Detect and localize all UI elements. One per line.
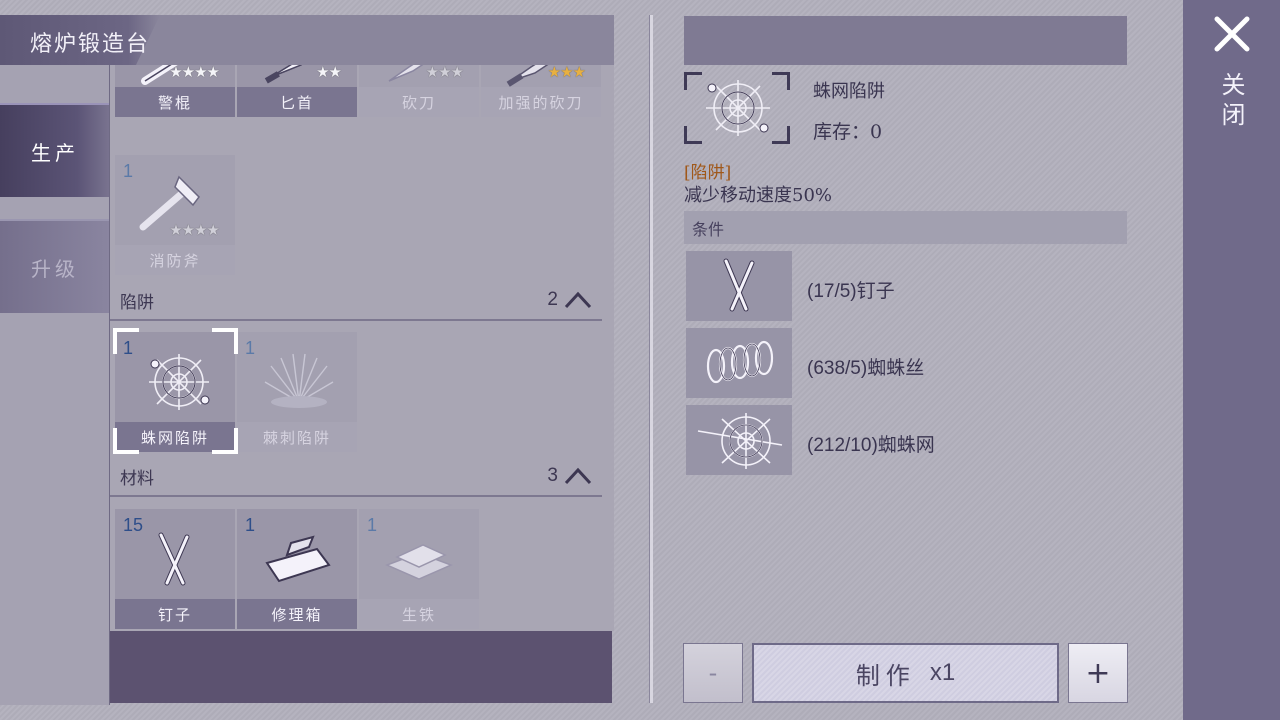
star-rating: ★★★★	[169, 221, 220, 239]
nail-icon	[158, 532, 190, 586]
item-dagger[interactable]: ★★ 匕首	[237, 65, 357, 117]
item-name: 修理箱	[237, 599, 357, 629]
item-name: 棘刺陷阱	[237, 422, 357, 452]
section-materials-header[interactable]: 材料 3	[110, 457, 602, 497]
craft-count: x1	[929, 659, 956, 686]
item-thorn-trap[interactable]: 1 棘刺陷阱	[237, 332, 357, 452]
item-repair-kit[interactable]: 1 修理箱	[237, 509, 357, 629]
craft-button[interactable]: 制作 x1	[752, 643, 1059, 703]
section-label: 陷阱	[120, 292, 154, 313]
detail-description: 减少移动速度50%	[684, 185, 833, 206]
window-title: 熔炉锻造台	[30, 32, 151, 57]
item-quantity: 1	[123, 161, 134, 181]
item-quantity: 1	[367, 515, 378, 535]
web-trap-icon	[149, 354, 210, 410]
increase-quantity-button[interactable]: +	[1068, 643, 1128, 703]
item-quantity: 1	[123, 338, 134, 358]
list-footer	[110, 631, 612, 703]
condition-nails-text: (17/5)钉子	[807, 281, 895, 302]
item-baton[interactable]: ★★★★ 警棍	[115, 65, 235, 117]
item-fire-axe[interactable]: 1 ★★★★ 消防斧	[115, 155, 235, 275]
tab-production[interactable]: 生产	[0, 103, 110, 197]
section-traps-header[interactable]: 陷阱 2	[110, 281, 602, 321]
pig-iron-icon	[385, 544, 453, 580]
detail-stock: 库存：0	[813, 121, 883, 143]
star-rating: ★★★★	[169, 65, 220, 81]
star-rating: ★★	[316, 65, 342, 81]
tab-upgrade[interactable]: 升级	[0, 219, 110, 313]
condition-web-slot[interactable]	[686, 405, 792, 475]
item-pig-iron[interactable]: 1 生铁	[359, 509, 479, 629]
chevron-up-icon	[564, 291, 592, 309]
item-name: 钉子	[115, 599, 235, 629]
item-name: 加强的砍刀	[481, 87, 601, 117]
condition-silk-text: (638/5)蜘蛛丝	[807, 358, 925, 379]
item-reinforced-machete[interactable]: ★★★ 加强的砍刀	[481, 65, 601, 117]
section-count: 3	[547, 465, 558, 486]
decrease-quantity-button[interactable]: -	[683, 643, 743, 703]
detail-item-name: 蛛网陷阱	[813, 81, 885, 102]
item-list[interactable]: ★★★★ 警棍 ★★ 匕首 ★★★ 砍刀 ★★★ 加强的砍刀 1 ★★★★ 消防…	[110, 65, 614, 631]
condition-nails-slot[interactable]	[686, 251, 792, 321]
item-name: 蛛网陷阱	[115, 422, 235, 452]
item-machete[interactable]: ★★★ 砍刀	[359, 65, 479, 117]
condition-silk-slot[interactable]	[686, 328, 792, 398]
condition-web-text: (212/10)蜘蛛网	[807, 435, 935, 456]
repair-kit-icon	[265, 535, 331, 583]
item-quantity: 1	[245, 338, 256, 358]
section-count: 2	[547, 289, 558, 310]
item-name: 砍刀	[359, 87, 479, 117]
item-name: 警棍	[115, 87, 235, 117]
star-rating: ★★★	[425, 65, 464, 81]
nail-icon	[723, 258, 755, 312]
item-name: 匕首	[237, 87, 357, 117]
item-quantity: 1	[245, 515, 256, 535]
spider-web-icon	[697, 413, 783, 469]
spider-silk-icon	[706, 340, 774, 384]
conditions-header: 条件	[684, 211, 1127, 244]
item-name: 消防斧	[115, 245, 235, 275]
chevron-up-icon	[564, 467, 592, 485]
detail-category-tag: [陷阱]	[684, 163, 732, 183]
close-label[interactable]: 关闭	[1213, 72, 1249, 132]
detail-header	[684, 16, 1127, 65]
panel-divider	[650, 15, 653, 703]
thorn-trap-icon	[264, 353, 334, 408]
detail-item-frame	[684, 72, 790, 144]
close-icon[interactable]	[1212, 14, 1252, 54]
item-nails[interactable]: 15 钉子	[115, 509, 235, 629]
craft-label: 制作	[855, 661, 916, 690]
section-label: 材料	[120, 468, 154, 489]
star-rating: ★★★	[547, 65, 586, 81]
item-web-trap[interactable]: 1 蛛网陷阱	[115, 332, 235, 452]
item-name: 生铁	[359, 599, 479, 629]
